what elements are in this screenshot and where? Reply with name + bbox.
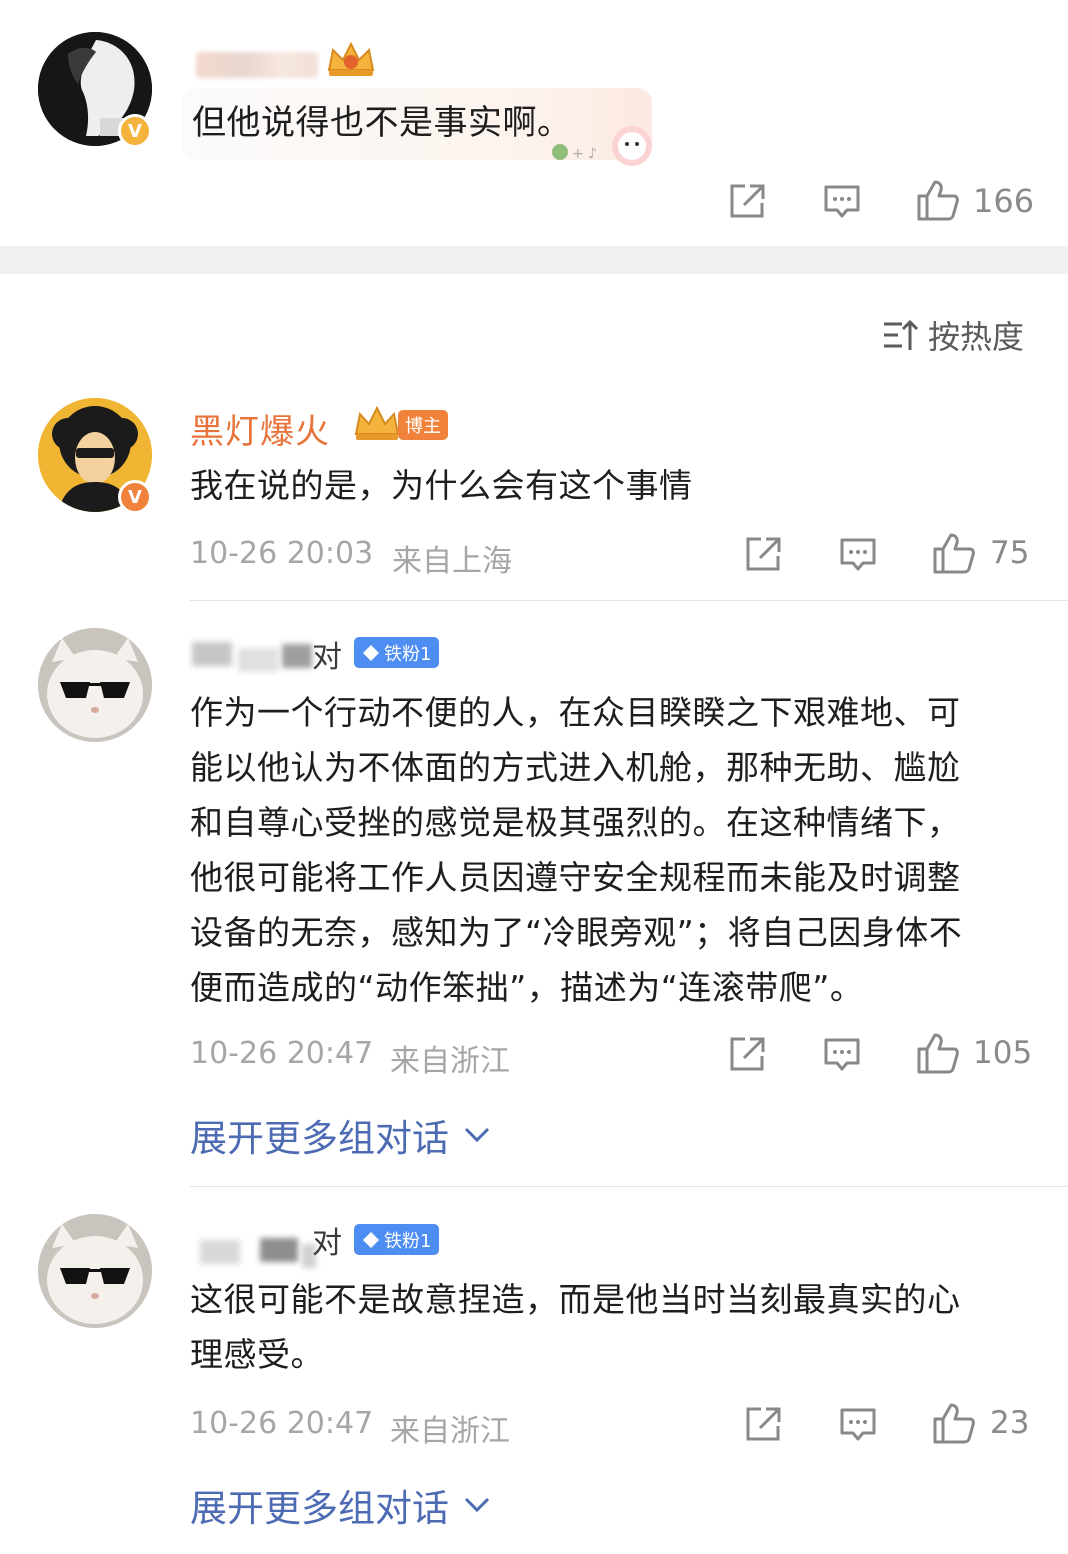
share-icon[interactable] bbox=[728, 183, 766, 223]
comment-text: 但他说得也不是事实啊。 bbox=[192, 103, 572, 143]
like-icon[interactable] bbox=[932, 1401, 976, 1449]
blogger-badge: 博主 bbox=[398, 410, 448, 440]
fan-badge: 铁粉1 bbox=[354, 1224, 440, 1255]
comment-text-line: 这很可能不是故意捏造，而是他当时当刻最真实的心 bbox=[190, 1280, 961, 1319]
like-count: 105 bbox=[973, 1035, 1033, 1071]
blurred-username bbox=[260, 1238, 298, 1262]
username-fragment: 对 bbox=[312, 1226, 342, 1261]
like-icon[interactable] bbox=[916, 178, 960, 226]
expand-more-replies-button[interactable]: 展开更多组对话 bbox=[190, 1108, 491, 1162]
avatar[interactable] bbox=[38, 1214, 152, 1328]
blurred-username bbox=[196, 52, 318, 78]
comment-time: 10-26 20:03 bbox=[190, 536, 374, 571]
comment-text-line: 能以他认为不体面的方式进入机舱，那种无助、尴尬 bbox=[190, 748, 961, 787]
chevron-down-icon bbox=[464, 1497, 490, 1513]
svg-text:+ ♪: + ♪ bbox=[572, 146, 597, 162]
comment-text-line: 便而造成的“动作笨拙”，描述为“连滚带爬”。 bbox=[190, 968, 864, 1007]
like-count: 23 bbox=[990, 1405, 1030, 1441]
comment-time: 10-26 20:47 bbox=[190, 1406, 374, 1441]
like-count: 166 bbox=[973, 182, 1035, 220]
comment-location: 来自浙江 bbox=[390, 1414, 510, 1449]
comment-text-line: 设备的无奈，感知为了“冷眼旁观”；将自己因身体不 bbox=[190, 913, 963, 952]
share-icon[interactable] bbox=[744, 1406, 782, 1446]
blurred-username bbox=[282, 644, 312, 668]
comment-location: 来自浙江 bbox=[390, 1044, 510, 1079]
comment-separator bbox=[190, 1186, 1068, 1187]
bunny-sticker-icon: + ♪ bbox=[540, 122, 658, 174]
comment-icon[interactable] bbox=[839, 537, 877, 577]
fan-badge: 铁粉1 bbox=[354, 637, 440, 668]
share-icon[interactable] bbox=[728, 1036, 766, 1076]
avatar-image bbox=[38, 628, 152, 742]
comment-text-line: 和自尊心受挫的感觉是极其强烈的。在这种情绪下， bbox=[190, 803, 961, 842]
like-count: 75 bbox=[990, 535, 1030, 571]
fan-badge-label: 铁粉1 bbox=[384, 1230, 432, 1252]
sort-label: 按热度 bbox=[928, 318, 1025, 356]
sort-by-hot-button[interactable]: 按热度 bbox=[882, 312, 1024, 358]
comment-separator bbox=[190, 600, 1068, 601]
comment-icon[interactable] bbox=[839, 1407, 877, 1447]
vip-crown-icon bbox=[323, 40, 379, 84]
verified-badge: V bbox=[118, 114, 152, 148]
avatar[interactable] bbox=[38, 628, 152, 742]
share-icon[interactable] bbox=[744, 536, 782, 576]
comment-time: 10-26 20:47 bbox=[190, 1036, 374, 1071]
like-icon[interactable] bbox=[916, 1031, 960, 1079]
comment-text-line: 理感受。 bbox=[190, 1335, 324, 1374]
comment-icon[interactable] bbox=[823, 184, 861, 224]
comment-location: 来自上海 bbox=[392, 544, 512, 579]
blurred-username bbox=[238, 648, 278, 672]
blurred-username bbox=[200, 1240, 240, 1264]
verified-badge: V bbox=[118, 480, 152, 514]
username[interactable]: 黑灯爆火 bbox=[190, 404, 330, 453]
blurred-username bbox=[192, 642, 232, 666]
diamond-icon bbox=[363, 644, 379, 661]
diamond-icon bbox=[363, 1231, 379, 1248]
expand-more-replies-button[interactable]: 展开更多组对话 bbox=[190, 1478, 491, 1532]
avatar-image bbox=[38, 1214, 152, 1328]
sort-icon bbox=[884, 319, 918, 350]
section-divider bbox=[0, 246, 1068, 274]
fan-badge-label: 铁粉1 bbox=[384, 643, 432, 665]
expand-label: 展开更多组对话 bbox=[190, 1487, 449, 1530]
comment-text-line: 他很可能将工作人员因遵守安全规程而未能及时调整 bbox=[190, 858, 961, 897]
comment-text-line: 作为一个行动不便的人，在众目睽睽之下艰难地、可 bbox=[190, 693, 961, 732]
chevron-down-icon bbox=[464, 1127, 490, 1143]
expand-label: 展开更多组对话 bbox=[190, 1117, 449, 1160]
comment-icon[interactable] bbox=[823, 1037, 861, 1077]
vip-crown-icon bbox=[352, 405, 402, 446]
like-icon[interactable] bbox=[932, 531, 976, 579]
comment-text: 我在说的是，为什么会有这个事情 bbox=[190, 466, 693, 505]
username-fragment: 对 bbox=[312, 640, 342, 675]
